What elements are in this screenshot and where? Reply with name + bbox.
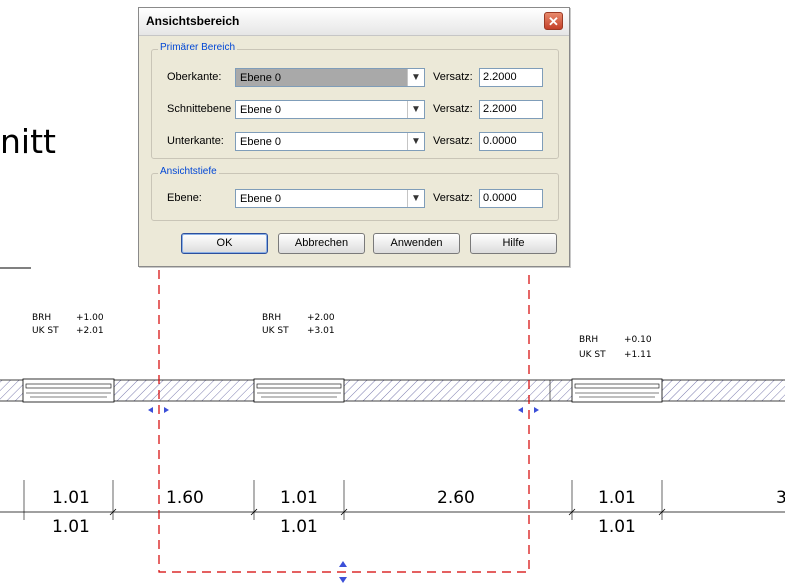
dimension-top-2: 1.60 bbox=[166, 488, 204, 508]
close-icon: ✕ bbox=[548, 13, 559, 29]
top-offset-input[interactable]: 2.2000 bbox=[479, 68, 543, 87]
apply-button[interactable]: Anwenden bbox=[373, 233, 460, 254]
room-2-brh-value: +2.00 bbox=[307, 313, 335, 323]
view-range-dialog: Ansichtsbereich ✕ Primärer Bereich Oberk… bbox=[138, 7, 570, 267]
view-depth-legend: Ansichtstiefe bbox=[158, 166, 219, 177]
dimension-top-4: 2.60 bbox=[437, 488, 475, 508]
chevron-down-icon[interactable]: ▼ bbox=[407, 101, 424, 118]
bottom-offset-label: Versatz: bbox=[433, 135, 473, 147]
dialog-title: Ansichtsbereich bbox=[146, 14, 240, 28]
cut-plane-offset-input[interactable]: 2.2000 bbox=[479, 100, 543, 119]
room-2-brh-label: BRH bbox=[262, 313, 281, 323]
chevron-down-icon[interactable]: ▼ bbox=[407, 69, 424, 86]
wall[interactable] bbox=[0, 379, 785, 402]
window-3[interactable] bbox=[571, 378, 663, 403]
room-2-ukst-value: +3.01 bbox=[307, 326, 335, 336]
bottom-level-value: Ebene 0 bbox=[240, 136, 281, 148]
cut-plane-level-select[interactable]: Ebene 0 ▼ bbox=[235, 100, 425, 119]
room-2-ukst-label: UK ST bbox=[262, 326, 289, 336]
window-1[interactable] bbox=[22, 378, 115, 403]
room-3-ukst-value: +1.11 bbox=[624, 350, 652, 360]
top-level-select[interactable]: Ebene 0 ▼ bbox=[235, 68, 425, 87]
dimension-top-5: 1.01 bbox=[598, 488, 636, 508]
cut-plane-level-value: Ebene 0 bbox=[240, 104, 281, 116]
crop-region-boundary[interactable] bbox=[158, 270, 530, 573]
dimension-top-6: 3 bbox=[776, 488, 785, 508]
bottom-level-select[interactable]: Ebene 0 ▼ bbox=[235, 132, 425, 151]
room-1-ukst-value: +2.01 bbox=[76, 326, 104, 336]
depth-offset-label: Versatz: bbox=[433, 192, 473, 204]
depth-level-select[interactable]: Ebene 0 ▼ bbox=[235, 189, 425, 208]
top-level-value: Ebene 0 bbox=[240, 72, 281, 84]
cut-plane-label: Schnittebene bbox=[167, 103, 232, 115]
bottom-offset-input[interactable]: 0.0000 bbox=[479, 132, 543, 151]
window-2[interactable] bbox=[253, 378, 345, 403]
dimension-bottom-1: 1.01 bbox=[52, 517, 90, 537]
view-title-fragment: nitt bbox=[0, 122, 56, 161]
room-3-ukst-label: UK ST bbox=[579, 350, 606, 360]
close-button[interactable]: ✕ bbox=[544, 12, 563, 30]
chevron-down-icon[interactable]: ▼ bbox=[407, 190, 424, 207]
depth-level-value: Ebene 0 bbox=[240, 193, 281, 205]
room-3-brh-label: BRH bbox=[579, 335, 598, 345]
depth-level-label: Ebene: bbox=[167, 192, 202, 204]
dimension-top-3: 1.01 bbox=[280, 488, 318, 508]
dimension-bottom-2: 1.01 bbox=[280, 517, 318, 537]
help-button[interactable]: Hilfe bbox=[470, 233, 557, 254]
depth-offset-input[interactable]: 0.0000 bbox=[479, 189, 543, 208]
top-offset-label: Versatz: bbox=[433, 71, 473, 83]
primary-range-legend: Primärer Bereich bbox=[158, 42, 238, 53]
room-1-ukst-label: UK ST bbox=[32, 326, 59, 336]
dimension-bottom-3: 1.01 bbox=[598, 517, 636, 537]
ok-button[interactable]: OK bbox=[181, 233, 268, 254]
room-1-brh-label: BRH bbox=[32, 313, 51, 323]
dialog-titlebar[interactable]: Ansichtsbereich ✕ bbox=[139, 8, 569, 36]
dimension-top-1: 1.01 bbox=[52, 488, 90, 508]
room-3-brh-value: +0.10 bbox=[624, 335, 652, 345]
room-1-brh-value: +1.00 bbox=[76, 313, 104, 323]
cut-plane-offset-label: Versatz: bbox=[433, 103, 473, 115]
bottom-label: Unterkante: bbox=[167, 135, 224, 147]
cancel-button[interactable]: Abbrechen bbox=[278, 233, 365, 254]
chevron-down-icon[interactable]: ▼ bbox=[407, 133, 424, 150]
top-label: Oberkante: bbox=[167, 71, 222, 83]
dimension-line[interactable] bbox=[0, 480, 785, 520]
